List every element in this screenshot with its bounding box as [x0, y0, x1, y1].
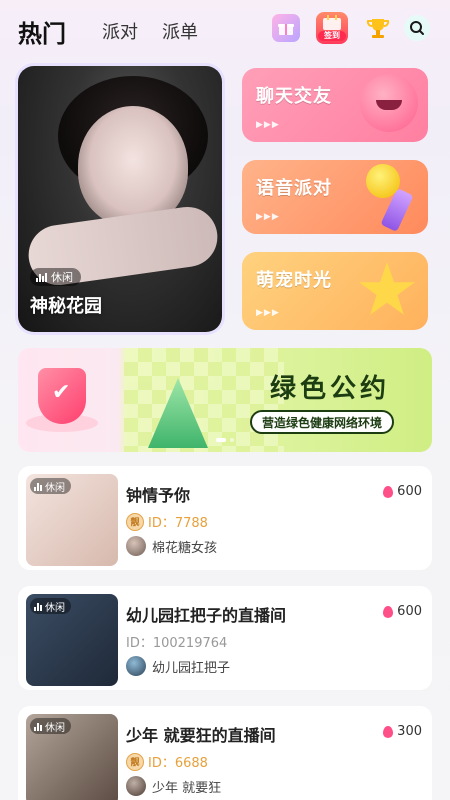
- room-id-row: 靓 ID：6688: [126, 752, 208, 771]
- avatar: [126, 536, 146, 556]
- category-label: 语音派对: [256, 178, 332, 199]
- checkin-icon[interactable]: 签到: [316, 12, 348, 44]
- room-thumbnail: 休闲: [26, 714, 118, 800]
- tab-order[interactable]: 派单: [162, 18, 198, 44]
- flame-icon: [383, 725, 394, 738]
- room-type-badge: 休闲: [30, 478, 71, 494]
- avatar: [126, 776, 146, 796]
- room-type-badge: 休闲: [30, 598, 71, 614]
- promo-banner[interactable]: 绿色公约 营造绿色健康网络环境: [18, 348, 432, 452]
- heat-value: 300: [397, 724, 422, 739]
- heat-value: 600: [397, 484, 422, 499]
- owner-name: 少年 就要狂: [152, 780, 222, 796]
- room-heat: 300: [383, 724, 422, 739]
- category-pet[interactable]: 萌宠时光 ▶▶▶: [242, 252, 428, 330]
- tab-party[interactable]: 派对: [102, 18, 138, 44]
- featured-room-card[interactable]: 休闲 神秘花园: [18, 66, 222, 332]
- banner-subtitle: 营造绿色健康网络环境: [250, 410, 395, 434]
- banner-pattern: [124, 348, 284, 452]
- room-list-item[interactable]: 休闲 钟情予你 600 靓 ID：7788 棉花糖女孩: [18, 466, 432, 570]
- arrows-icon: ▶▶▶: [256, 308, 280, 318]
- room-type-label: 休闲: [45, 602, 65, 614]
- room-owner: 幼儿园扛把子: [126, 656, 230, 676]
- room-name: 幼儿园扛把子的直播间: [126, 606, 287, 625]
- owner-name: 棉花糖女孩: [152, 540, 218, 556]
- room-thumbnail: 休闲: [26, 474, 118, 566]
- carousel-dots: [216, 438, 234, 442]
- featured-room-title: 神秘花园: [30, 296, 102, 317]
- category-voice-party[interactable]: 语音派对 ▶▶▶: [242, 160, 428, 234]
- tab-hot[interactable]: 热门: [18, 14, 66, 49]
- room-type-badge: 休闲: [30, 718, 71, 734]
- room-heat: 600: [383, 604, 422, 619]
- top-header: 热门 派对 派单 签到: [0, 0, 450, 64]
- smiley-ball-icon: [360, 74, 418, 132]
- vip-badge-icon: 靓: [126, 512, 144, 531]
- trophy-icon[interactable]: [364, 14, 392, 42]
- room-type-label: 休闲: [45, 722, 65, 734]
- vip-badge-icon: 靓: [126, 752, 144, 771]
- room-id: ID：6688: [148, 756, 208, 771]
- flame-icon: [383, 605, 394, 618]
- room-id-row: ID：100219764: [126, 632, 227, 651]
- shield-icon: [38, 368, 86, 424]
- room-name: 钟情予你: [126, 486, 191, 505]
- gift-icon[interactable]: [272, 14, 300, 42]
- room-type-label: 休闲: [51, 271, 73, 284]
- microphone-icon: [366, 164, 400, 198]
- room-id: ID：7788: [148, 516, 208, 531]
- star-mascot-icon: [359, 262, 415, 315]
- room-heat: 600: [383, 484, 422, 499]
- room-list-item[interactable]: 休闲 少年 就要狂的直播间 300 靓 ID：6688 少年 就要狂: [18, 706, 432, 800]
- audio-bars-icon: [36, 272, 47, 282]
- checkin-label: 签到: [318, 31, 346, 41]
- flame-icon: [383, 485, 394, 498]
- room-id: ID：100219764: [126, 636, 228, 651]
- arrows-icon: ▶▶▶: [256, 120, 280, 130]
- room-thumbnail: 休闲: [26, 594, 118, 686]
- category-chat[interactable]: 聊天交友 ▶▶▶: [242, 68, 428, 142]
- room-type-badge: 休闲: [30, 268, 81, 286]
- room-owner: 少年 就要狂: [126, 776, 221, 796]
- room-type-label: 休闲: [45, 482, 65, 494]
- owner-name: 幼儿园扛把子: [152, 660, 231, 676]
- room-name: 少年 就要狂的直播间: [126, 726, 276, 745]
- audio-bars-icon: [34, 722, 42, 731]
- audio-bars-icon: [34, 602, 42, 611]
- banner-title: 绿色公约: [270, 374, 391, 404]
- room-list-item[interactable]: 休闲 幼儿园扛把子的直播间 600 ID：100219764 幼儿园扛把子: [18, 586, 432, 690]
- room-owner: 棉花糖女孩: [126, 536, 217, 556]
- heat-value: 600: [397, 604, 422, 619]
- category-label: 聊天交友: [256, 86, 332, 107]
- audio-bars-icon: [34, 482, 42, 491]
- arrows-icon: ▶▶▶: [256, 212, 280, 222]
- room-id-row: 靓 ID：7788: [126, 512, 208, 531]
- category-label: 萌宠时光: [256, 270, 332, 291]
- avatar: [126, 656, 146, 676]
- search-icon[interactable]: [404, 15, 430, 41]
